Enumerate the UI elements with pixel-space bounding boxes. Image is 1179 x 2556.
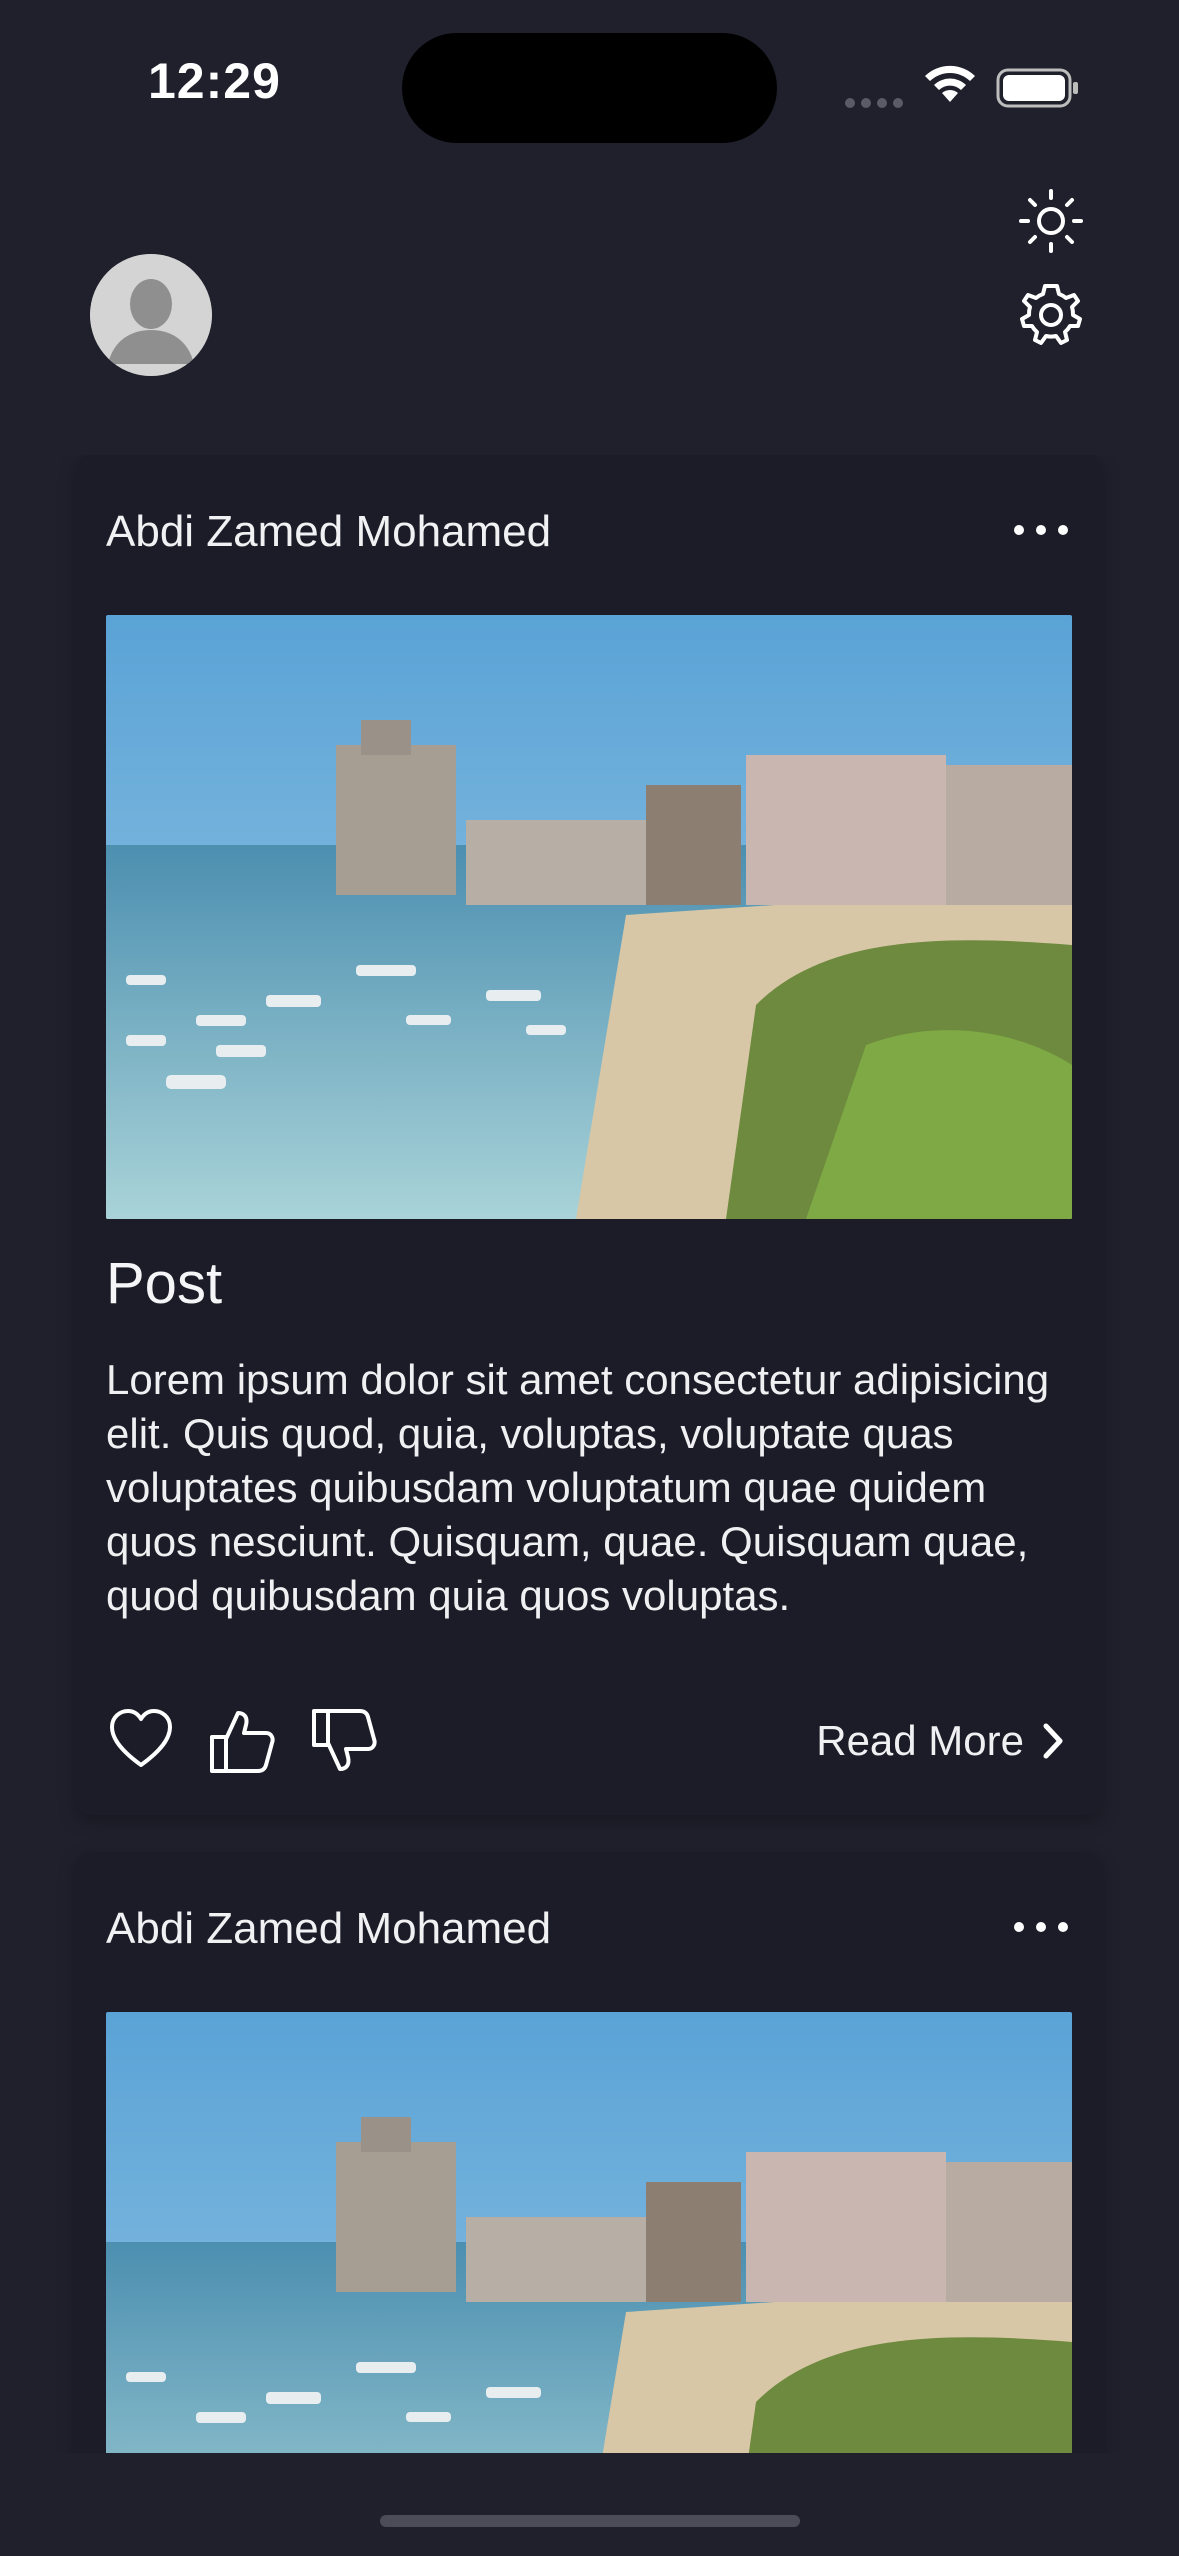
- sun-icon[interactable]: [1018, 188, 1084, 254]
- post-card: Abdi Zamed Mohamed: [76, 455, 1102, 1815]
- post-author: Abdi Zamed Mohamed: [106, 507, 552, 556]
- gear-icon[interactable]: [1016, 280, 1086, 350]
- wifi-icon: [925, 65, 975, 102]
- post-body: Lorem ipsum dolor sit amet consectetur a…: [106, 1356, 1050, 1619]
- post-author: Abdi Zamed Mohamed: [106, 1904, 552, 1953]
- battery-icon: [996, 68, 1078, 108]
- status-bar: 12:29: [0, 0, 1179, 170]
- chevron-right-icon: [1043, 1723, 1063, 1759]
- more-options-icon[interactable]: [1014, 525, 1068, 535]
- cellular-signal-icon: [845, 95, 909, 113]
- post-image: [106, 2012, 1072, 2453]
- post-image: [106, 615, 1072, 1219]
- more-options-icon[interactable]: [1014, 1922, 1068, 1932]
- heart-icon[interactable]: [106, 1705, 176, 1775]
- home-indicator[interactable]: [380, 2515, 800, 2527]
- read-more-label: Read More: [816, 1717, 1024, 1764]
- thumbs-up-icon[interactable]: [206, 1705, 278, 1777]
- read-more-link[interactable]: Read More: [816, 1717, 1064, 1765]
- dynamic-island: [402, 33, 777, 143]
- post-actions: Read More: [106, 1705, 1072, 1785]
- avatar[interactable]: [90, 254, 212, 376]
- thumbs-down-icon[interactable]: [308, 1705, 380, 1777]
- post-card: Abdi Zamed Mohamed: [76, 1852, 1102, 2453]
- post-title: Post: [106, 1251, 223, 1316]
- post-feed[interactable]: Abdi Zamed Mohamed Post Lorem ipsum dolo…: [0, 455, 1179, 2453]
- status-time: 12:29: [148, 53, 281, 109]
- app-header: [0, 170, 1179, 430]
